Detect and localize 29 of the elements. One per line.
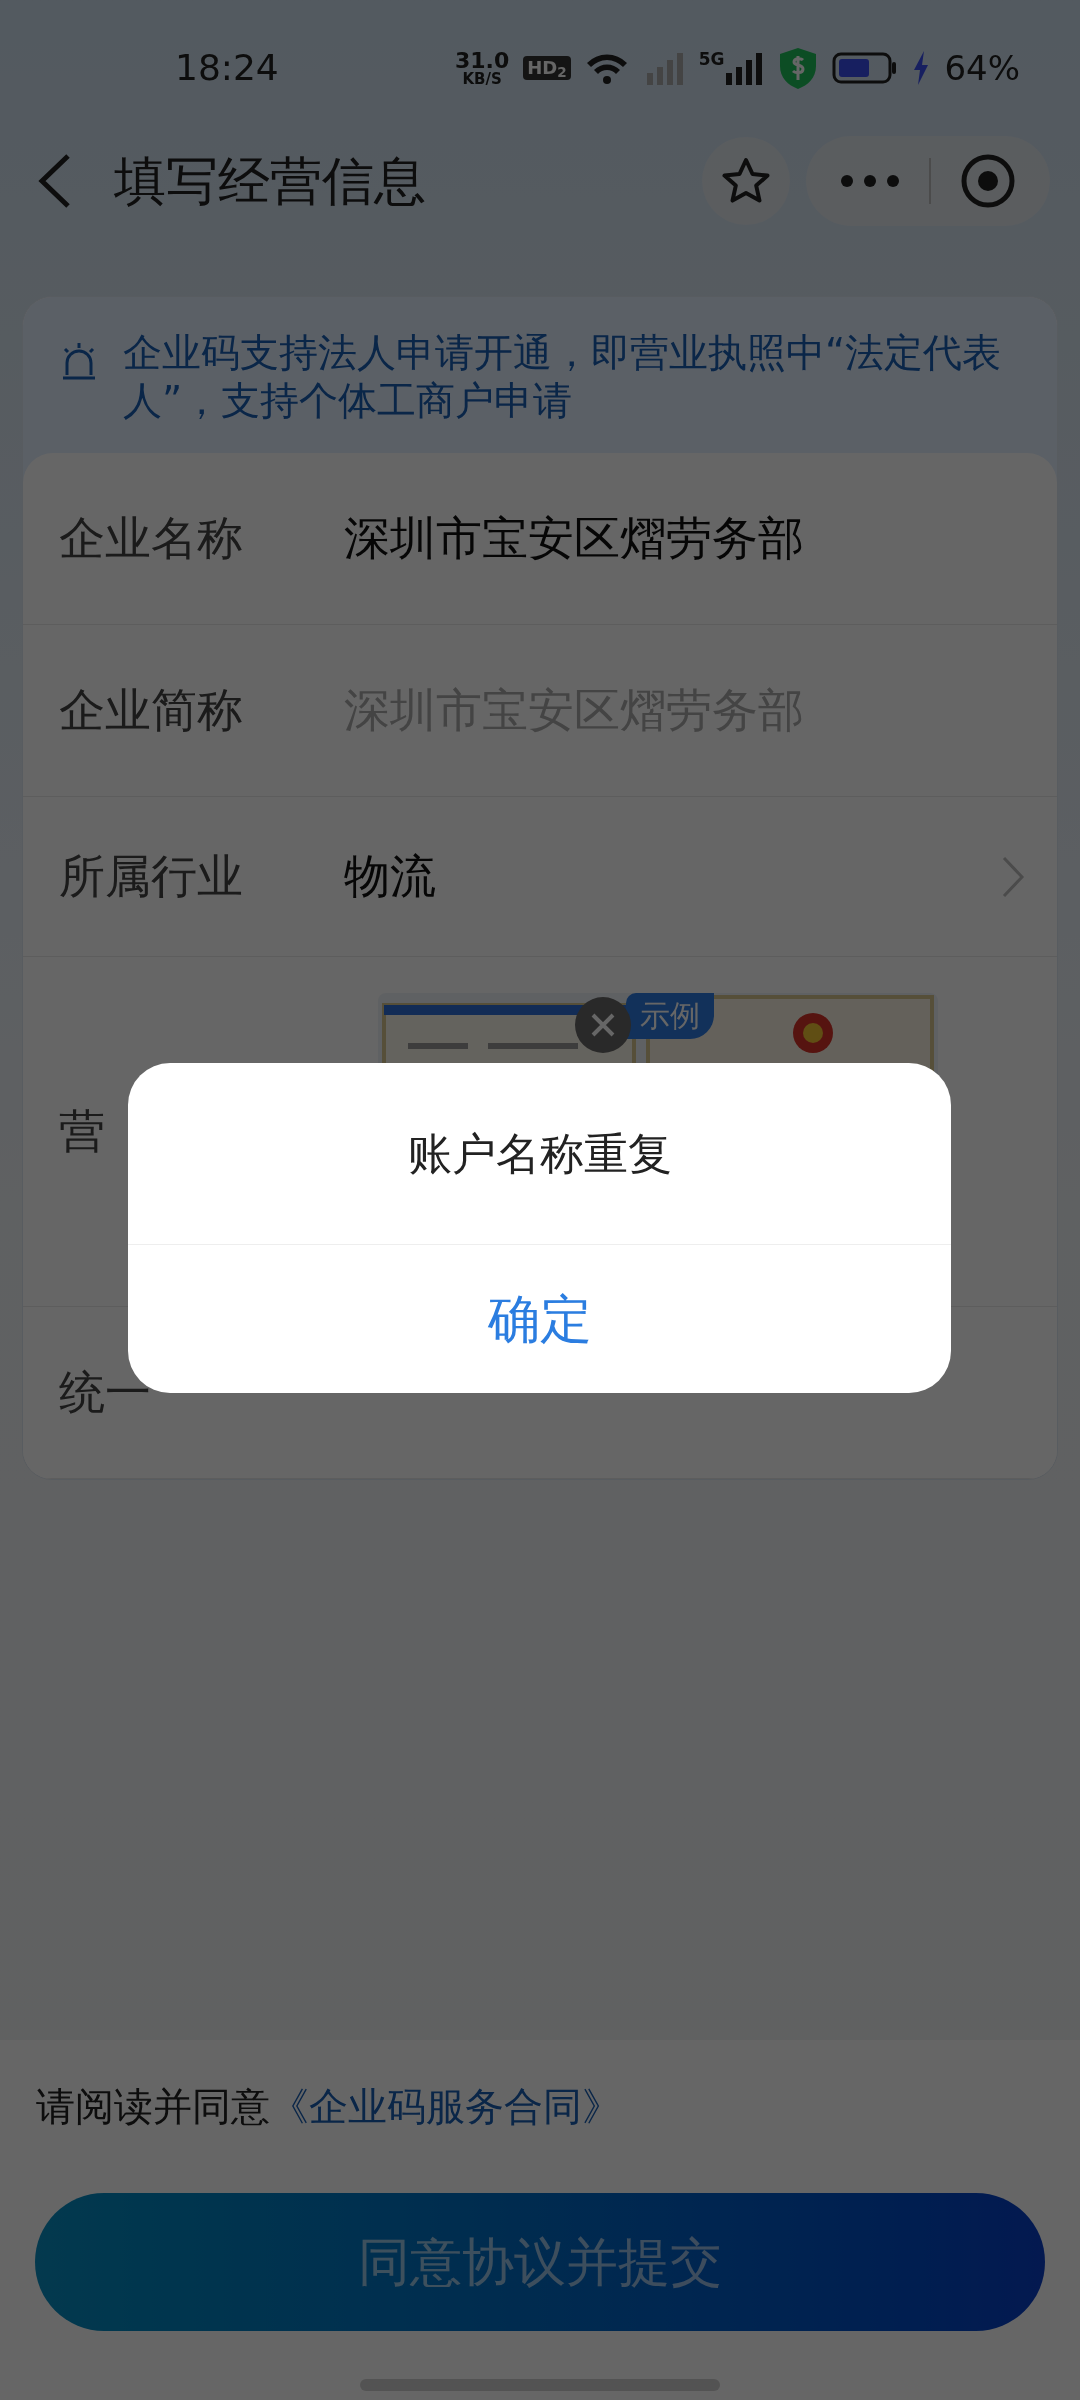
field-label: 营 <box>59 1103 106 1160</box>
notice-text: 企业码支持法人申请开通，即营业执照中“法定代表人”，支持个体工商户申请 <box>123 329 1003 425</box>
dialog-message: 账户名称重复 <box>407 1126 672 1181</box>
field-label: 企业简称 <box>59 682 244 739</box>
battery-icon <box>832 52 899 84</box>
network-speed: 31.0 <box>454 49 510 72</box>
agreement-link[interactable]: 《企业码服务合同》 <box>270 2084 621 2129</box>
signal-icon <box>724 51 765 85</box>
battery-percent: 64% <box>944 46 1020 90</box>
chevron-right-icon[interactable] <box>1001 854 1025 899</box>
field-value: 物流 <box>344 848 437 905</box>
back-icon[interactable] <box>36 153 72 209</box>
network-speed-unit: KB/S <box>462 71 502 87</box>
field-label: 所属行业 <box>59 848 244 905</box>
target-icon[interactable] <box>959 153 1016 209</box>
field-label: 企业名称 <box>59 510 244 567</box>
field-label: 统一 <box>59 1364 152 1421</box>
shield-icon <box>778 46 819 90</box>
charging-icon <box>912 51 931 85</box>
network-type: 5G <box>698 51 725 68</box>
agreement-text: 请阅读并同意《企业码服务合同》 <box>36 2083 622 2131</box>
field-value: 深圳市宝安区熠劳务部 <box>344 510 804 567</box>
sample-badge: 示例 <box>626 993 714 1039</box>
star-icon <box>721 157 771 205</box>
status-time: 18:24 <box>175 46 279 90</box>
hd-badge: HD$_{2}$ <box>523 56 571 80</box>
close-icon <box>590 1012 616 1038</box>
more-icon[interactable] <box>840 174 901 188</box>
page-title: 填写经营信息 <box>114 150 427 213</box>
